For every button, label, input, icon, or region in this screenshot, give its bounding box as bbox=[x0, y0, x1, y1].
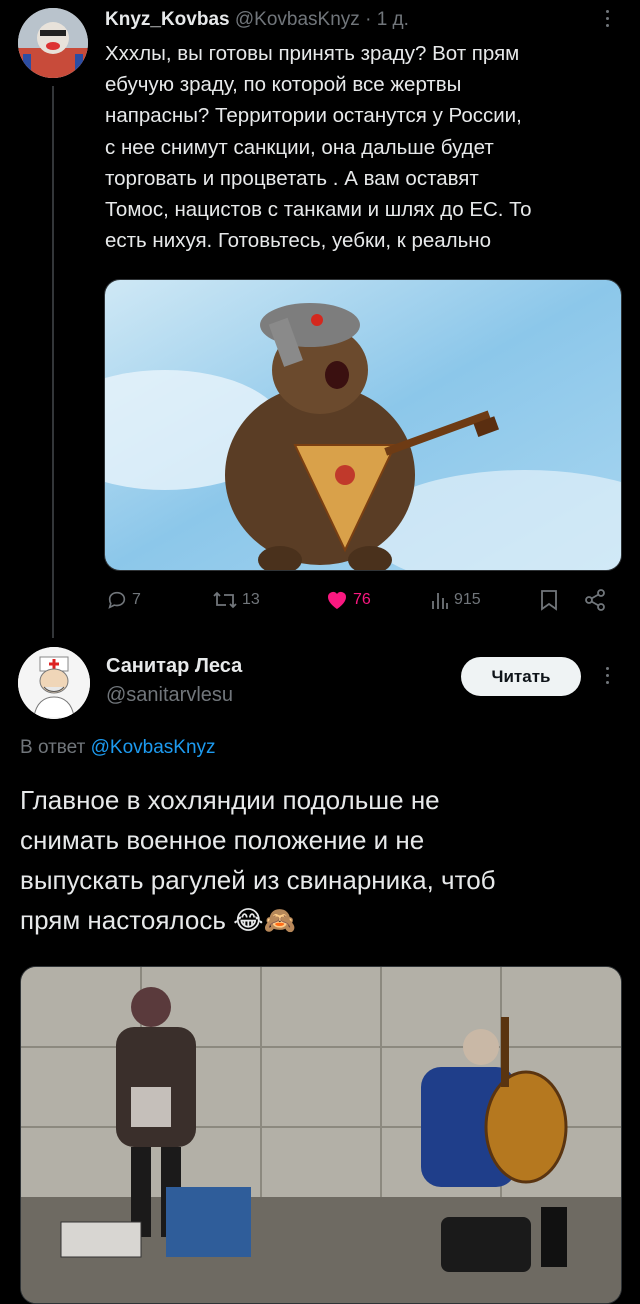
bear-balalaika-illustration bbox=[105, 280, 621, 570]
like-action[interactable]: 76 bbox=[325, 589, 371, 611]
reply-count: 7 bbox=[132, 591, 141, 608]
retweet-icon bbox=[213, 591, 237, 609]
street-photo-bandura-player bbox=[21, 967, 621, 1303]
reply-to-link[interactable]: @KovbasKnyz bbox=[91, 737, 216, 758]
tweet1-text: Хххлы, вы готовы принять зраду? Вот прям… bbox=[105, 42, 532, 253]
avatar-knyz-kovbas[interactable] bbox=[18, 8, 88, 78]
follow-button[interactable]: Читать bbox=[461, 657, 581, 696]
retweet-count: 13 bbox=[242, 591, 260, 608]
reply-prefix: В ответ bbox=[20, 737, 86, 758]
tweet1-separator: · bbox=[365, 9, 372, 30]
tweet2-more-menu-icon[interactable] bbox=[605, 667, 609, 684]
tweet2-display-name[interactable]: Санитар Леса bbox=[106, 655, 242, 678]
bookmark-icon[interactable] bbox=[540, 589, 558, 616]
reply-icon bbox=[108, 591, 126, 609]
tweet2-text: Главное в хохляндии подольше не снимать … bbox=[20, 785, 496, 935]
reply-context: В ответ @KovbasKnyz bbox=[20, 737, 216, 759]
views-count: 915 bbox=[454, 591, 481, 608]
tweet1-media-image[interactable] bbox=[104, 279, 622, 571]
tweet2-handle[interactable]: @sanitarvlesu bbox=[106, 684, 233, 707]
bar-chart-icon bbox=[432, 593, 448, 609]
tweet2-media-image[interactable] bbox=[20, 966, 622, 1304]
reply-action[interactable]: 7 bbox=[106, 589, 141, 611]
share-icon[interactable] bbox=[584, 589, 606, 616]
tweet1-display-name[interactable]: Knyz_Kovbas bbox=[105, 9, 230, 30]
tweet1-more-menu-icon[interactable] bbox=[605, 10, 609, 27]
like-count: 76 bbox=[353, 591, 371, 608]
thread-connector-line bbox=[52, 86, 54, 638]
tweet1-time[interactable]: 1 д. bbox=[377, 9, 409, 30]
heart-icon bbox=[328, 592, 346, 609]
retweet-action[interactable]: 13 bbox=[212, 589, 260, 611]
views-action[interactable]: 915 bbox=[430, 589, 481, 611]
avatar-sanitar-lesa[interactable] bbox=[18, 647, 90, 719]
tweet1-handle[interactable]: @KovbasKnyz bbox=[235, 9, 360, 30]
tweet1-header: Knyz_Kovbas @KovbasKnyz · 1 д. bbox=[105, 8, 409, 32]
